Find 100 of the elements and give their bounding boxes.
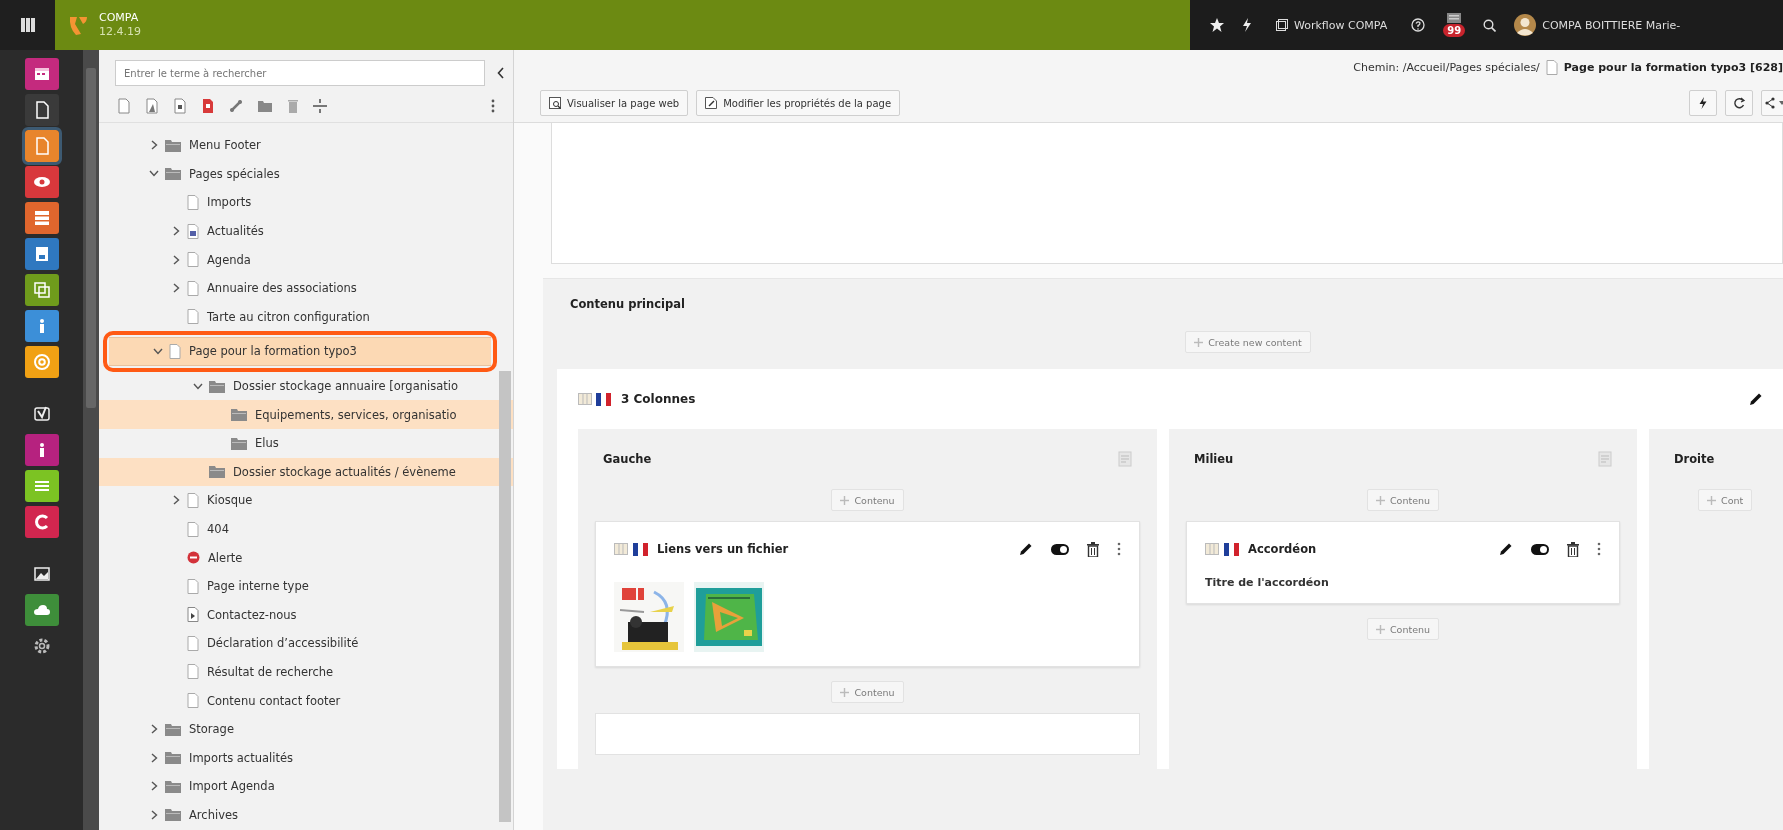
tree-item[interactable]: Kiosque (99, 486, 513, 515)
column-title: Milieu (1194, 452, 1234, 466)
tree-item[interactable]: Déclaration d’accessibilité (99, 629, 513, 658)
module-lines-icon[interactable] (24, 470, 59, 502)
add-content-button[interactable]: Contenu (831, 681, 904, 703)
chevron-right-icon[interactable] (150, 724, 158, 735)
edit-icon[interactable] (1749, 392, 1763, 406)
tree-item[interactable]: Résultat de recherche (99, 657, 513, 687)
module-info-icon[interactable] (24, 310, 59, 342)
trash-icon[interactable] (1087, 541, 1099, 557)
chevron-down-icon[interactable] (193, 382, 203, 390)
chevron-right-icon[interactable] (150, 781, 158, 792)
tree-item[interactable]: Page pour la formation typo3 (109, 337, 491, 366)
tree-item[interactable]: Equipements, services, organisatio (99, 400, 513, 429)
chevron-right-icon[interactable] (172, 254, 180, 265)
page-icon (187, 578, 199, 594)
trash-icon[interactable] (1567, 541, 1579, 557)
page-icon (1545, 59, 1558, 75)
plus-icon (840, 687, 850, 697)
kebab-menu-icon[interactable] (1597, 542, 1601, 556)
app-grid-icon[interactable] (20, 18, 35, 32)
tree-item[interactable]: Page interne type (99, 571, 513, 601)
tree-item[interactable]: Pages spéciales (99, 159, 513, 189)
window-icon (1276, 19, 1288, 31)
chevron-down-icon[interactable] (149, 170, 159, 178)
module-list-icon[interactable] (24, 202, 59, 234)
tree-item[interactable]: 404 (99, 514, 513, 544)
bolt-icon[interactable] (1242, 18, 1252, 32)
edit-icon[interactable] (1499, 542, 1513, 556)
tree-item[interactable]: Contactez-nous (99, 600, 513, 630)
tree-item[interactable]: Imports actualités (99, 743, 513, 773)
module-info-icon[interactable] (24, 434, 59, 466)
tree-item[interactable]: Archives (99, 800, 513, 830)
star-icon[interactable] (1210, 18, 1224, 32)
add-content-button[interactable]: Contenu (1366, 489, 1440, 511)
user-name[interactable]: COMPA BOITTIERE Marie- (1542, 18, 1681, 32)
toggle-icon[interactable] (1531, 543, 1549, 555)
folder-icon[interactable] (257, 99, 273, 113)
preview-icon (549, 97, 561, 109)
module-page-icon[interactable] (24, 94, 59, 126)
chevron-right-icon[interactable] (150, 752, 158, 763)
edit-icon[interactable] (1019, 542, 1033, 556)
chevron-right-icon[interactable] (172, 495, 180, 506)
notes-icon (1118, 451, 1132, 467)
chevron-right-icon[interactable] (172, 226, 180, 237)
chevron-down-icon[interactable] (153, 347, 163, 355)
create-content-button[interactable]: Create new content (1185, 331, 1311, 353)
chevron-right-icon[interactable] (150, 140, 158, 151)
kebab-menu-icon[interactable] (1117, 542, 1121, 556)
page-icon[interactable] (173, 98, 187, 114)
tree-item[interactable]: Annuaire des associations (99, 273, 513, 303)
tree-item[interactable]: Actualités (99, 216, 513, 246)
folder-icon (165, 779, 181, 793)
search-icon[interactable] (1483, 18, 1497, 32)
workflow-button[interactable]: Workflow COMPA (1270, 17, 1394, 33)
module-floppy-icon[interactable] (24, 238, 59, 270)
refresh-button[interactable] (1725, 90, 1753, 116)
column-title: Gauche (603, 452, 652, 466)
page-icon[interactable] (145, 98, 159, 114)
collapse-icon[interactable] (497, 67, 505, 79)
module-cloud-icon[interactable] (24, 594, 59, 626)
tree-item[interactable]: Storage (99, 714, 513, 744)
notification-badge: 99 (1443, 24, 1466, 37)
share-button[interactable] (1761, 90, 1783, 116)
search-field[interactable]: Entrer le terme à rechercher (115, 60, 485, 86)
tree-item[interactable]: Agenda (99, 245, 513, 274)
tree-item[interactable]: Dossier stockage annuaire [organisatio (99, 371, 513, 401)
tree-item[interactable]: Dossier stockage actualités / évèneme (99, 457, 513, 487)
list-icon[interactable] (1447, 13, 1462, 23)
toggle-icon[interactable] (1051, 543, 1069, 555)
tree-item[interactable]: Imports (99, 188, 513, 217)
module-calendar-icon[interactable] (24, 58, 59, 90)
page-icon[interactable] (201, 98, 215, 114)
divider-icon[interactable] (313, 99, 327, 113)
tree-item[interactable]: Elus (99, 428, 513, 458)
avatar-icon[interactable] (1514, 14, 1537, 36)
help-icon[interactable] (1411, 18, 1426, 32)
module-eye-icon[interactable] (24, 166, 59, 198)
module-page-icon[interactable] (24, 130, 59, 162)
module-at-sign-icon[interactable] (24, 346, 59, 378)
chevron-right-icon[interactable] (172, 283, 180, 294)
page-title: Page pour la formation typo3 [628] (1563, 60, 1783, 74)
add-content-button[interactable]: Contenu (1366, 618, 1440, 640)
scrollbar-thumb[interactable] (86, 68, 96, 408)
add-content-button[interactable]: Cont (1698, 489, 1753, 511)
edit-properties-button[interactable]: Modifier les propriétés de la page (696, 90, 901, 116)
tree-item[interactable]: Import Agenda (99, 772, 513, 801)
module-copy-icon[interactable] (24, 274, 59, 306)
tree-item[interactable]: Menu Footer (99, 131, 513, 160)
kebab-menu-icon[interactable] (491, 99, 495, 113)
bolt-button[interactable] (1689, 90, 1717, 116)
link-icon[interactable] (229, 99, 243, 113)
version-label: 12.4.19 (99, 25, 141, 39)
tree-item[interactable]: Contenu contact footer (99, 686, 513, 715)
tree-item[interactable]: Tarte au citron configuration (99, 302, 513, 332)
add-content-button[interactable]: Contenu (831, 489, 904, 511)
chevron-right-icon[interactable] (150, 809, 158, 820)
scrollbar-thumb[interactable] (499, 371, 511, 822)
module-refresh-icon[interactable] (24, 506, 59, 538)
view-page-button[interactable]: Visualiser la page web (540, 90, 689, 116)
